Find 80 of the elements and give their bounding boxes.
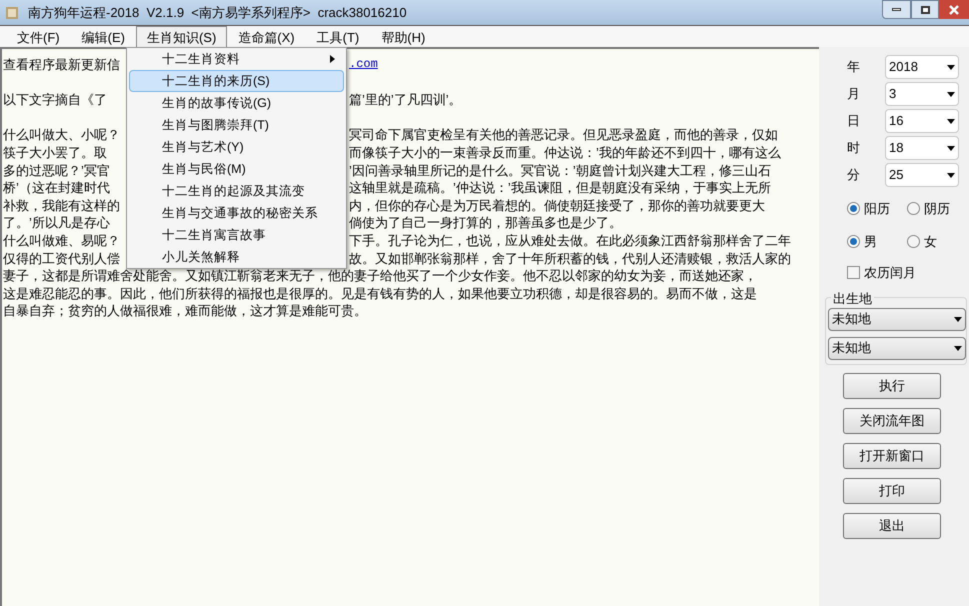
caret-icon [947, 146, 955, 150]
text-fragment: 多的过恶呢？’冥官 [3, 162, 110, 178]
caret-icon [954, 316, 962, 322]
radio-label: 男 [864, 232, 877, 250]
dropdown-item[interactable]: 十二生肖寓言故事 [129, 224, 344, 246]
text-fragment: 而像筷子大小的一束善录反而重。仲达说：’我的年龄还不到四十，哪有这么 [349, 144, 781, 162]
date-select[interactable]: 2018 [885, 55, 959, 79]
radio-button[interactable] [907, 202, 920, 216]
text-fragment: 冥司命下属官吏检呈有关他的善恶记录。但见恶录盈庭，而他的善录，仅如 [349, 126, 778, 144]
caret-icon [947, 92, 955, 96]
date-select[interactable]: 25 [885, 163, 959, 187]
close-icon [949, 4, 959, 14]
text-line: 妻子，这都是所谓难舍处能舍。又如镇江靳翁老来无子，他的妻子给他买了一个少女作妾。他不忍以邻家的幼女为妾，而送她还家， [3, 267, 758, 285]
text-fragment: 这轴里就是疏稿。’仲达说：’我虽谏阻，但是朝庭没有采纳，于事实上无所 [349, 179, 771, 197]
radio-label: 阴历 [924, 200, 950, 218]
action-button[interactable]: 执行 [843, 372, 941, 398]
dropdown-item[interactable]: 十二生肖的来历(S) [129, 70, 344, 92]
menu-item[interactable]: 帮助(H) [370, 26, 436, 47]
text-fragment: 故。又如邯郸张翁那样，舍了十年所积蓄的钱，代别人还清赎银，救活人家的 [349, 250, 791, 268]
text-fragment: ’因问善录轴里所记的是什么。冥官说：’朝庭曾计划兴建大工程，修三山石 [349, 162, 771, 180]
place-select[interactable]: 未知地 [828, 308, 966, 330]
field-label: 日 [846, 112, 861, 130]
field-label: 分 [846, 166, 861, 184]
field-label: 月 [846, 85, 861, 104]
date-select[interactable]: 18 [885, 136, 959, 160]
radio-label: 女 [924, 232, 937, 250]
radio-button[interactable] [847, 234, 860, 248]
text-fragment: 桥’（这在封建时代 [3, 180, 110, 196]
place-select[interactable]: 未知地 [828, 336, 966, 360]
dropdown-item[interactable]: 生肖的故事传说(G) [129, 92, 344, 114]
dropdown-item[interactable]: 小儿关煞解释 [129, 246, 344, 268]
text-line: 自暴自弃；贫穷的人做福很难，难而能做，这才算是难能可贵。 [3, 302, 368, 320]
text-line: 这是难忍能忍的事。因此，他们所获得的福报也是很厚的。见是有钱有势的人，如果他要立功积德，却是很容易的。易而不做，这是 [3, 284, 758, 302]
menu-item[interactable]: 编辑(E) [70, 26, 136, 47]
text-fragment: 查看程序最新更新信 [3, 57, 120, 72]
close-button[interactable] [939, 0, 969, 19]
field-label: 年 [846, 58, 861, 76]
text-fragment: 篇’里的’了凡四训’。 [349, 91, 462, 109]
minimize-button[interactable] [882, 0, 911, 19]
radio-button[interactable] [847, 202, 860, 216]
window-title: 南方狗年运程-2018 V2.1.9 <南方易学系列程序> crack38016210 [28, 4, 407, 22]
caret-icon [947, 118, 955, 124]
text-fragment: 了。’所以凡是存心 [3, 215, 110, 230]
caret-icon [954, 346, 962, 350]
caret-icon [947, 172, 955, 178]
checkbox[interactable] [847, 266, 860, 280]
text-fragment: 什么叫做难、易呢？ [3, 232, 120, 248]
dropdown-item[interactable]: 生肖与图腾崇拜(T) [129, 114, 344, 136]
menu-item[interactable]: 工具(T) [306, 26, 370, 47]
caret-icon [947, 64, 955, 70]
menu-item[interactable]: 造命篇(X) [227, 26, 306, 47]
action-button[interactable]: 打印 [843, 478, 941, 504]
text-fragment: 仅得的工资代别人偿 [3, 250, 120, 266]
action-button[interactable]: 退出 [843, 512, 941, 538]
dropdown-item[interactable]: 十二生肖资料 [129, 48, 344, 70]
app-icon [4, 4, 20, 20]
radio-label: 阳历 [864, 200, 890, 218]
maximize-button[interactable] [911, 0, 939, 19]
menu-item[interactable]: 生肖知识(S) [136, 26, 228, 47]
submenu-arrow-icon [330, 55, 335, 63]
date-select[interactable]: 16 [885, 109, 959, 133]
radio-button[interactable] [907, 234, 920, 248]
date-select[interactable]: 3 [885, 82, 959, 106]
website-link[interactable]: .com [349, 56, 378, 74]
text-fragment: 内，但你的存心是为万民着想的。倘使朝廷接受了，那你的善功就要更大 [349, 196, 765, 214]
action-button[interactable]: 关闭流年图 [843, 408, 941, 434]
dropdown-item[interactable]: 生肖与民俗(M) [129, 158, 344, 180]
text-fragment: 以下文字摘自《了 [3, 92, 107, 108]
text-fragment: 倘使为了自己一身打算的，那善虽多也是少了。 [349, 214, 622, 232]
dropdown-item[interactable]: 十二生肖的起源及其流变 [129, 180, 344, 202]
menu-item[interactable]: 文件(F) [6, 26, 71, 47]
dropdown-item[interactable]: 生肖与艺术(Y) [129, 136, 344, 158]
field-label: 时 [846, 139, 861, 158]
text-fragment: 什么叫做大、小呢？ [3, 127, 120, 142]
checkbox-label: 农历闰月 [864, 264, 916, 282]
text-fragment: 补救，我能有这样的 [3, 198, 120, 213]
text-fragment: 筷子大小罢了。取 [3, 144, 107, 160]
action-button[interactable]: 打开新窗口 [843, 442, 941, 468]
dropdown-item[interactable]: 生肖与交通事故的秘密关系 [129, 202, 344, 224]
text-fragment: 下手。孔子论为仁，也说，应从难处去做。在此必须象江西舒翁那样舍了二年 [349, 232, 791, 250]
